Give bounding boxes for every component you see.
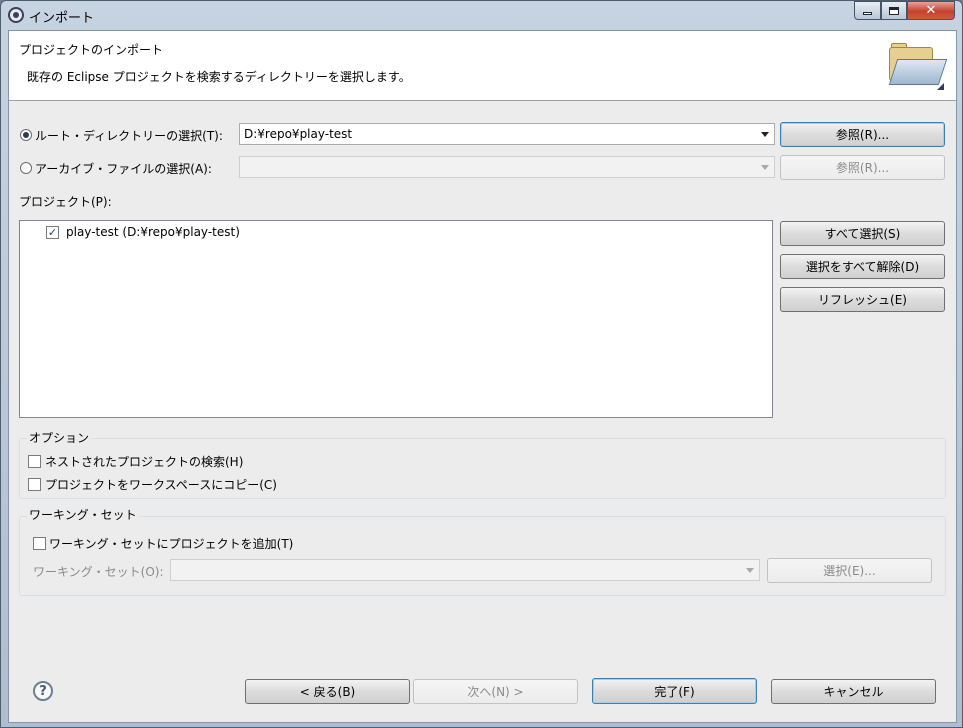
minimize-icon	[863, 12, 872, 15]
add-to-working-set-checkbox[interactable]	[33, 537, 46, 550]
next-button[interactable]: 次へ(N) >	[413, 679, 578, 704]
root-browse-button[interactable]: 参照(R)...	[780, 122, 945, 147]
working-sets-combo[interactable]	[170, 559, 760, 581]
options-group-label: オプション	[27, 429, 92, 446]
help-icon[interactable]: ?	[33, 681, 53, 701]
list-item[interactable]: ✓ play-test (D:¥repo¥play-test)	[20, 221, 772, 243]
wizard-header: プロジェクトのインポート 既存の Eclipse プロジェクトを検索するディレク…	[9, 31, 956, 101]
search-nested-checkbox[interactable]	[28, 455, 41, 468]
projects-label: プロジェクト(P):	[19, 195, 112, 209]
chevron-down-icon[interactable]	[746, 568, 754, 573]
root-dir-label: ルート・ディレクトリーの選択(T):	[35, 129, 223, 143]
root-dir-combo[interactable]: D:¥repo¥play-test	[239, 123, 775, 145]
project-label: play-test (D:¥repo¥play-test)	[66, 225, 240, 239]
chevron-down-icon[interactable]	[761, 165, 769, 170]
eclipse-icon	[8, 7, 24, 23]
window-title: インポート	[29, 11, 95, 26]
root-dir-value: D:¥repo¥play-test	[244, 127, 353, 141]
finish-button[interactable]: 完了(F)	[592, 678, 757, 704]
maximize-icon	[889, 6, 899, 15]
copy-to-workspace-label: プロジェクトをワークスペースにコピー(C)	[45, 478, 277, 492]
archive-combo[interactable]	[239, 156, 775, 178]
project-list[interactable]: ✓ play-test (D:¥repo¥play-test)	[19, 220, 773, 418]
close-icon: ✕	[925, 3, 937, 18]
archive-radio[interactable]	[20, 162, 32, 174]
working-sets-group	[19, 516, 946, 596]
maximize-button[interactable]	[881, 1, 907, 20]
close-button[interactable]: ✕	[907, 1, 955, 20]
archive-browse-button[interactable]: 参照(R)...	[780, 155, 945, 180]
folder-open-icon	[883, 37, 953, 99]
working-sets-label: ワーキング・セット(O):	[33, 565, 164, 579]
back-button[interactable]: < 戻る(B)	[245, 679, 410, 704]
search-nested-label: ネストされたプロジェクトの検索(H)	[45, 455, 244, 469]
dialog-client-area: プロジェクトのインポート 既存の Eclipse プロジェクトを検索するディレク…	[8, 30, 957, 723]
archive-label: アーカイブ・ファイルの選択(A):	[35, 162, 212, 176]
chevron-down-icon[interactable]	[761, 132, 769, 137]
copy-to-workspace-checkbox[interactable]	[28, 478, 41, 491]
add-to-working-set-label: ワーキング・セットにプロジェクトを追加(T)	[49, 537, 294, 551]
working-sets-group-label: ワーキング・セット	[27, 506, 139, 523]
root-dir-radio[interactable]	[20, 129, 32, 141]
refresh-button[interactable]: リフレッシュ(E)	[780, 287, 945, 312]
minimize-button[interactable]	[854, 1, 881, 20]
page-title: プロジェクトのインポート	[19, 43, 164, 57]
import-dialog-window: インポート ✕ プロジェクトのインポート 既存の Eclipse プロジェクトを…	[0, 0, 963, 728]
project-checkbox[interactable]: ✓	[46, 226, 59, 239]
deselect-all-button[interactable]: 選択をすべて解除(D)	[780, 254, 945, 279]
working-set-select-button[interactable]: 選択(E)...	[767, 558, 932, 583]
title-bar[interactable]: インポート ✕	[1, 1, 962, 29]
select-all-button[interactable]: すべて選択(S)	[780, 221, 945, 246]
page-description: 既存の Eclipse プロジェクトを検索するディレクトリーを選択します。	[27, 70, 411, 84]
cancel-button[interactable]: キャンセル	[771, 679, 936, 704]
